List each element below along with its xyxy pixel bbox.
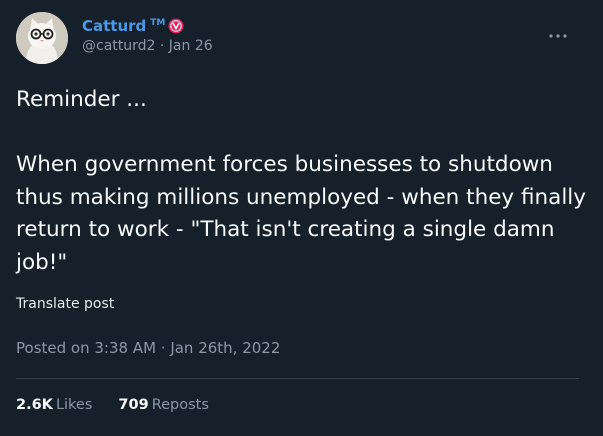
display-name[interactable]: Catturd bbox=[82, 17, 146, 35]
engagement-stats: 2.6K Likes 709 Reposts bbox=[16, 397, 235, 413]
more-options-button[interactable] bbox=[540, 24, 576, 48]
divider bbox=[16, 378, 579, 379]
handle-and-date[interactable]: @catturd2 · Jan 26 bbox=[82, 38, 213, 54]
post-text: Reminder ... When government forces busi… bbox=[16, 84, 588, 279]
avatar[interactable] bbox=[16, 12, 68, 64]
cat-avatar-icon bbox=[16, 12, 68, 64]
reposts-label: Reposts bbox=[151, 397, 209, 413]
likes-label: Likes bbox=[55, 397, 93, 413]
name-row: Catturd TM bbox=[82, 16, 213, 36]
translate-post-link[interactable]: Translate post bbox=[16, 296, 114, 312]
verified-badge-icon[interactable] bbox=[168, 18, 184, 34]
likes-stat[interactable]: 2.6K Likes bbox=[16, 397, 92, 413]
more-dots-icon bbox=[549, 34, 567, 38]
post-card: Catturd TM @catturd2 · Jan 26 Reminder .… bbox=[0, 0, 603, 436]
post-line-reminder: Reminder ... bbox=[16, 87, 147, 112]
likes-count: 2.6K bbox=[16, 397, 53, 413]
post-timestamp: Posted on 3:38 AM · Jan 26th, 2022 bbox=[16, 339, 281, 357]
reposts-stat[interactable]: 709 Reposts bbox=[118, 397, 209, 413]
post-line-body: When government forces businesses to shu… bbox=[16, 152, 587, 275]
post-header: Catturd TM @catturd2 · Jan 26 bbox=[82, 16, 213, 54]
trademark-mark: TM bbox=[150, 18, 166, 28]
reposts-count: 709 bbox=[118, 397, 149, 413]
